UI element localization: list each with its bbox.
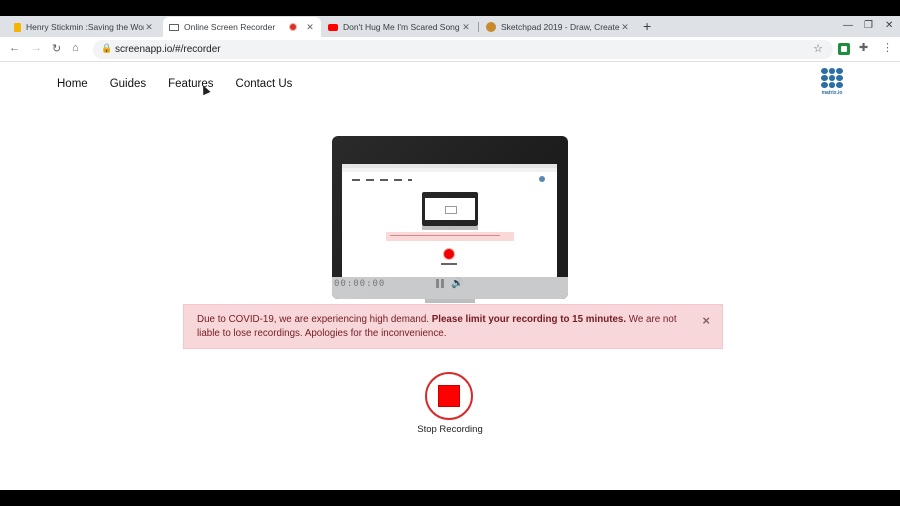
logo-mark-icon <box>821 68 843 88</box>
reload-icon[interactable]: ↻ <box>52 42 61 55</box>
recording-preview-monitor <box>332 136 568 299</box>
bookmark-star-icon[interactable]: ☆ <box>813 42 823 55</box>
puzzle-extensions-icon[interactable]: ✚ <box>859 41 868 54</box>
sketchpad-icon <box>486 22 496 32</box>
minimize-icon[interactable]: — <box>843 20 853 31</box>
site-logo[interactable]: matrix.io <box>818 68 846 102</box>
nav-contact-us[interactable]: Contact Us <box>236 78 293 90</box>
tab-sketchpad[interactable]: Sketchpad 2019 - Draw, Create, S ✕ <box>480 17 636 37</box>
youtube-icon <box>328 23 338 31</box>
lock-icon: 🔒 <box>101 43 113 53</box>
url-text: screenapp.io/#/recorder <box>115 44 221 55</box>
new-tab-button[interactable]: + <box>643 18 651 34</box>
tab-strip: Henry Stickmin :Saving the Wor ✕ Online … <box>0 16 900 37</box>
home-icon[interactable]: ⌂ <box>72 42 79 54</box>
recording-timer: 00:00:00 <box>334 279 386 289</box>
close-window-icon[interactable]: ✕ <box>885 20 893 31</box>
stop-recording-label: Stop Recording <box>417 424 483 435</box>
stop-recording-button[interactable] <box>425 372 473 420</box>
close-icon[interactable]: ✕ <box>144 22 154 33</box>
restore-icon[interactable]: ❐ <box>864 20 873 31</box>
close-icon[interactable]: ✕ <box>461 22 471 33</box>
pause-icon[interactable] <box>436 279 445 288</box>
tab-henry-stickmin[interactable]: Henry Stickmin :Saving the Wor ✕ <box>8 17 160 37</box>
volume-icon[interactable]: 🔊 <box>451 278 463 289</box>
doc-icon <box>14 22 21 32</box>
tab-separator <box>478 22 479 32</box>
address-bar[interactable]: 🔒 screenapp.io/#/recorder ☆ <box>93 40 833 59</box>
nav-home[interactable]: Home <box>57 78 88 90</box>
site-nav: Home Guides Features Contact Us <box>57 78 314 90</box>
logo-text: matrix.io <box>821 90 843 96</box>
recording-indicator-icon <box>289 23 297 31</box>
close-icon[interactable]: ✕ <box>305 22 315 33</box>
browser-window: Henry Stickmin :Saving the Wor ✕ Online … <box>0 16 900 490</box>
kebab-menu-icon[interactable]: ⋮ <box>882 41 893 54</box>
browser-toolbar: ← → ↻ ⌂ 🔒 screenapp.io/#/recorder ☆ ✚ ⋮ <box>0 37 900 62</box>
back-arrow-icon[interactable]: ← <box>9 42 20 54</box>
extension-icon[interactable] <box>838 43 850 55</box>
stop-square-icon <box>438 385 460 407</box>
tab-dont-hug-me[interactable]: Don't Hug Me I'm Scared Song - ✕ <box>322 17 477 37</box>
alert-text-bold: Please limit your recording to 15 minute… <box>431 314 627 325</box>
monitor-glare <box>332 136 568 299</box>
nav-guides[interactable]: Guides <box>110 78 146 90</box>
close-icon[interactable]: ✕ <box>620 22 630 33</box>
monitor-icon <box>169 23 179 31</box>
tab-online-screen-recorder[interactable]: Online Screen Recorder ✕ <box>163 17 321 37</box>
covid-alert: Due to COVID-19, we are experiencing hig… <box>183 304 723 349</box>
alert-close-icon[interactable]: × <box>702 314 710 327</box>
monitor-stand <box>425 299 475 303</box>
forward-arrow-icon[interactable]: → <box>31 42 42 54</box>
alert-text-before: Due to COVID-19, we are experiencing hig… <box>197 314 432 325</box>
